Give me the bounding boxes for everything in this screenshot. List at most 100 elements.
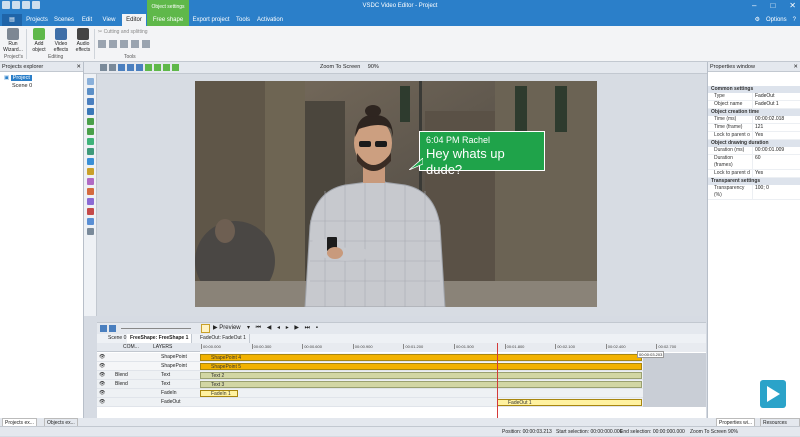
prop-lock-parent-duration[interactable]: Lock to parent d Yes bbox=[708, 170, 800, 178]
chart-icon[interactable] bbox=[87, 188, 94, 195]
audio-effects-button[interactable]: Audio effects bbox=[72, 28, 94, 53]
timeline-zoom-slider[interactable] bbox=[121, 328, 191, 329]
close-panel-icon[interactable]: ✕ bbox=[76, 62, 81, 72]
align-left-icon[interactable] bbox=[118, 64, 125, 71]
cutting-splitting-label[interactable]: ✂ Cutting and splitting bbox=[98, 29, 148, 35]
undo-toolbar-icon[interactable] bbox=[100, 64, 107, 71]
run-wizard-button[interactable]: Run Wizard... bbox=[2, 28, 24, 53]
prop-time-frame[interactable]: Time (frame) 121 bbox=[708, 124, 800, 132]
timeline-clip[interactable]: FadeIn 1 bbox=[200, 389, 238, 397]
chat-bubble[interactable]: 6:04 PM Rachel Hey whats up dude? bbox=[409, 131, 545, 177]
send-back-icon[interactable] bbox=[172, 64, 179, 71]
add-object-button[interactable]: Add object bbox=[28, 28, 50, 53]
tree-item-scene[interactable]: Scene 0 bbox=[4, 82, 83, 90]
tab-fadeout[interactable]: FadeOut: FadeOut 1 bbox=[197, 334, 250, 343]
menu-editor[interactable]: Editor bbox=[122, 14, 146, 26]
rotate-icon[interactable] bbox=[109, 40, 117, 48]
menu-tools[interactable]: Tools bbox=[233, 14, 253, 26]
timeline-clip[interactable]: Text 3 bbox=[200, 380, 642, 388]
camera-icon[interactable] bbox=[87, 228, 94, 235]
prop-lock-parent[interactable]: Lock to parent o Yes bbox=[708, 132, 800, 140]
tree-item-project[interactable]: ▣ Project bbox=[4, 74, 83, 82]
sprite-icon[interactable] bbox=[87, 158, 94, 165]
prop-transparency[interactable]: Transparency (%) 100; 0 bbox=[708, 185, 800, 200]
bring-front-icon[interactable] bbox=[163, 64, 170, 71]
menu-scenes[interactable]: Scenes bbox=[52, 14, 76, 26]
timeline-row[interactable]: 👁 ShapePoint ShapePoint 5 bbox=[97, 362, 706, 371]
menu-activation[interactable]: Activation bbox=[255, 14, 285, 26]
timeline-row[interactable]: 👁 Blend Text Text 3 bbox=[97, 380, 706, 389]
maximize-icon[interactable]: □ bbox=[770, 2, 775, 10]
menu-edit[interactable]: Edit bbox=[78, 14, 96, 26]
move-down-icon[interactable] bbox=[154, 64, 161, 71]
transport-controls[interactable]: ▾ ⏮ ◀ ◂ ▸ ▶ ⏭ ▪ bbox=[247, 324, 320, 332]
menu-projects[interactable]: Projects bbox=[24, 14, 50, 26]
section-drawing-duration[interactable]: Object drawing duration bbox=[708, 140, 800, 147]
timeline-clip[interactable]: FadeOut 1 bbox=[497, 398, 642, 406]
time-ruler[interactable]: 00:00.000 00:00.300 00:00.600 00:00.900 00:0… bbox=[200, 343, 706, 352]
align-center-icon[interactable] bbox=[127, 64, 134, 71]
zoom-out-icon[interactable] bbox=[109, 325, 116, 332]
prop-object-name[interactable]: Object name FadeOut 1 bbox=[708, 101, 800, 109]
record-icon[interactable] bbox=[201, 324, 210, 333]
subtitle-icon[interactable] bbox=[87, 108, 94, 115]
timeline[interactable]: COM... LAYERS 00:00.000 00:00.300 00:00.60… bbox=[97, 343, 706, 418]
menu-view[interactable]: View bbox=[98, 14, 120, 26]
timeline-row[interactable]: 👁 FadeOut FadeOut 1 bbox=[97, 398, 706, 407]
timeline-row[interactable]: 👁 ShapePoint ShapePoint 4 bbox=[97, 353, 706, 362]
music-icon[interactable] bbox=[87, 208, 94, 215]
line-icon[interactable] bbox=[87, 118, 94, 125]
crop-icon[interactable] bbox=[98, 40, 106, 48]
visibility-icon[interactable]: 👁 bbox=[99, 398, 105, 407]
zoom-control[interactable]: Zoom To Screen 90% bbox=[320, 64, 379, 70]
section-creation-time[interactable]: Object creation time bbox=[708, 109, 800, 116]
visibility-icon[interactable]: 👁 bbox=[99, 371, 105, 380]
menu-free-shape[interactable]: Free shape bbox=[147, 14, 189, 26]
help-icon[interactable]: ? bbox=[793, 17, 796, 23]
pointer-icon[interactable] bbox=[87, 78, 94, 85]
timeline-clip[interactable]: Text 2 bbox=[200, 371, 642, 379]
minimize-icon[interactable]: – bbox=[752, 2, 756, 10]
scene-canvas[interactable]: 6:04 PM Rachel Hey whats up dude? bbox=[97, 74, 706, 316]
free-shape-icon[interactable] bbox=[87, 148, 94, 155]
prop-duration-ms[interactable]: Duration (ms) 00:00:01.009 bbox=[708, 147, 800, 155]
visibility-icon[interactable]: 👁 bbox=[99, 380, 105, 389]
rectangle-icon[interactable] bbox=[87, 128, 94, 135]
close-panel-icon[interactable]: ✕ bbox=[793, 62, 798, 72]
blend-mode[interactable]: Blend bbox=[115, 380, 128, 389]
gear-icon[interactable]: ⚙ bbox=[755, 16, 760, 23]
visibility-icon[interactable]: 👁 bbox=[99, 353, 105, 362]
resize-icon[interactable] bbox=[120, 40, 128, 48]
timeline-clip[interactable]: ShapePoint 4 bbox=[200, 353, 642, 361]
image-icon[interactable] bbox=[87, 168, 94, 175]
close-icon[interactable]: ✕ bbox=[789, 2, 796, 10]
text-icon[interactable] bbox=[87, 98, 94, 105]
preview-button[interactable]: ▶ Preview bbox=[213, 324, 241, 331]
prop-time-ms[interactable]: Time (ms) 00:00:02.018 bbox=[708, 116, 800, 124]
redo-toolbar-icon[interactable] bbox=[109, 64, 116, 71]
prop-duration-frames[interactable]: Duration (frames) 60 bbox=[708, 155, 800, 170]
audio-icon[interactable] bbox=[87, 198, 94, 205]
timeline-clip[interactable]: ShapePoint 5 bbox=[200, 362, 642, 370]
align-right-icon[interactable] bbox=[136, 64, 143, 71]
section-transparent[interactable]: Transparent settings bbox=[708, 178, 800, 185]
menu-export-project[interactable]: Export project bbox=[191, 14, 231, 26]
section-common-settings[interactable]: Common settings bbox=[708, 86, 800, 93]
timeline-row[interactable]: 👁 Blend Text Text 2 bbox=[97, 371, 706, 380]
animation-icon[interactable] bbox=[87, 178, 94, 185]
timeline-row[interactable]: 👁 FadeIn FadeIn 1 bbox=[97, 389, 706, 398]
playhead[interactable] bbox=[497, 343, 498, 418]
zoom-in-icon[interactable] bbox=[100, 325, 107, 332]
options-label[interactable]: Options bbox=[766, 17, 787, 23]
ellipse-icon[interactable] bbox=[87, 138, 94, 145]
visibility-icon[interactable]: 👁 bbox=[99, 389, 105, 398]
video-preview[interactable]: 6:04 PM Rachel Hey whats up dude? bbox=[195, 81, 597, 307]
speed-icon[interactable] bbox=[131, 40, 139, 48]
file-menu-button[interactable]: ▤ bbox=[2, 14, 22, 26]
video-effects-button[interactable]: Video effects bbox=[50, 28, 72, 53]
video-icon[interactable] bbox=[87, 88, 94, 95]
blend-mode[interactable]: Blend bbox=[115, 371, 128, 380]
visibility-icon[interactable]: 👁 bbox=[99, 362, 105, 371]
spectrum-icon[interactable] bbox=[87, 218, 94, 225]
stabilize-icon[interactable] bbox=[142, 40, 150, 48]
